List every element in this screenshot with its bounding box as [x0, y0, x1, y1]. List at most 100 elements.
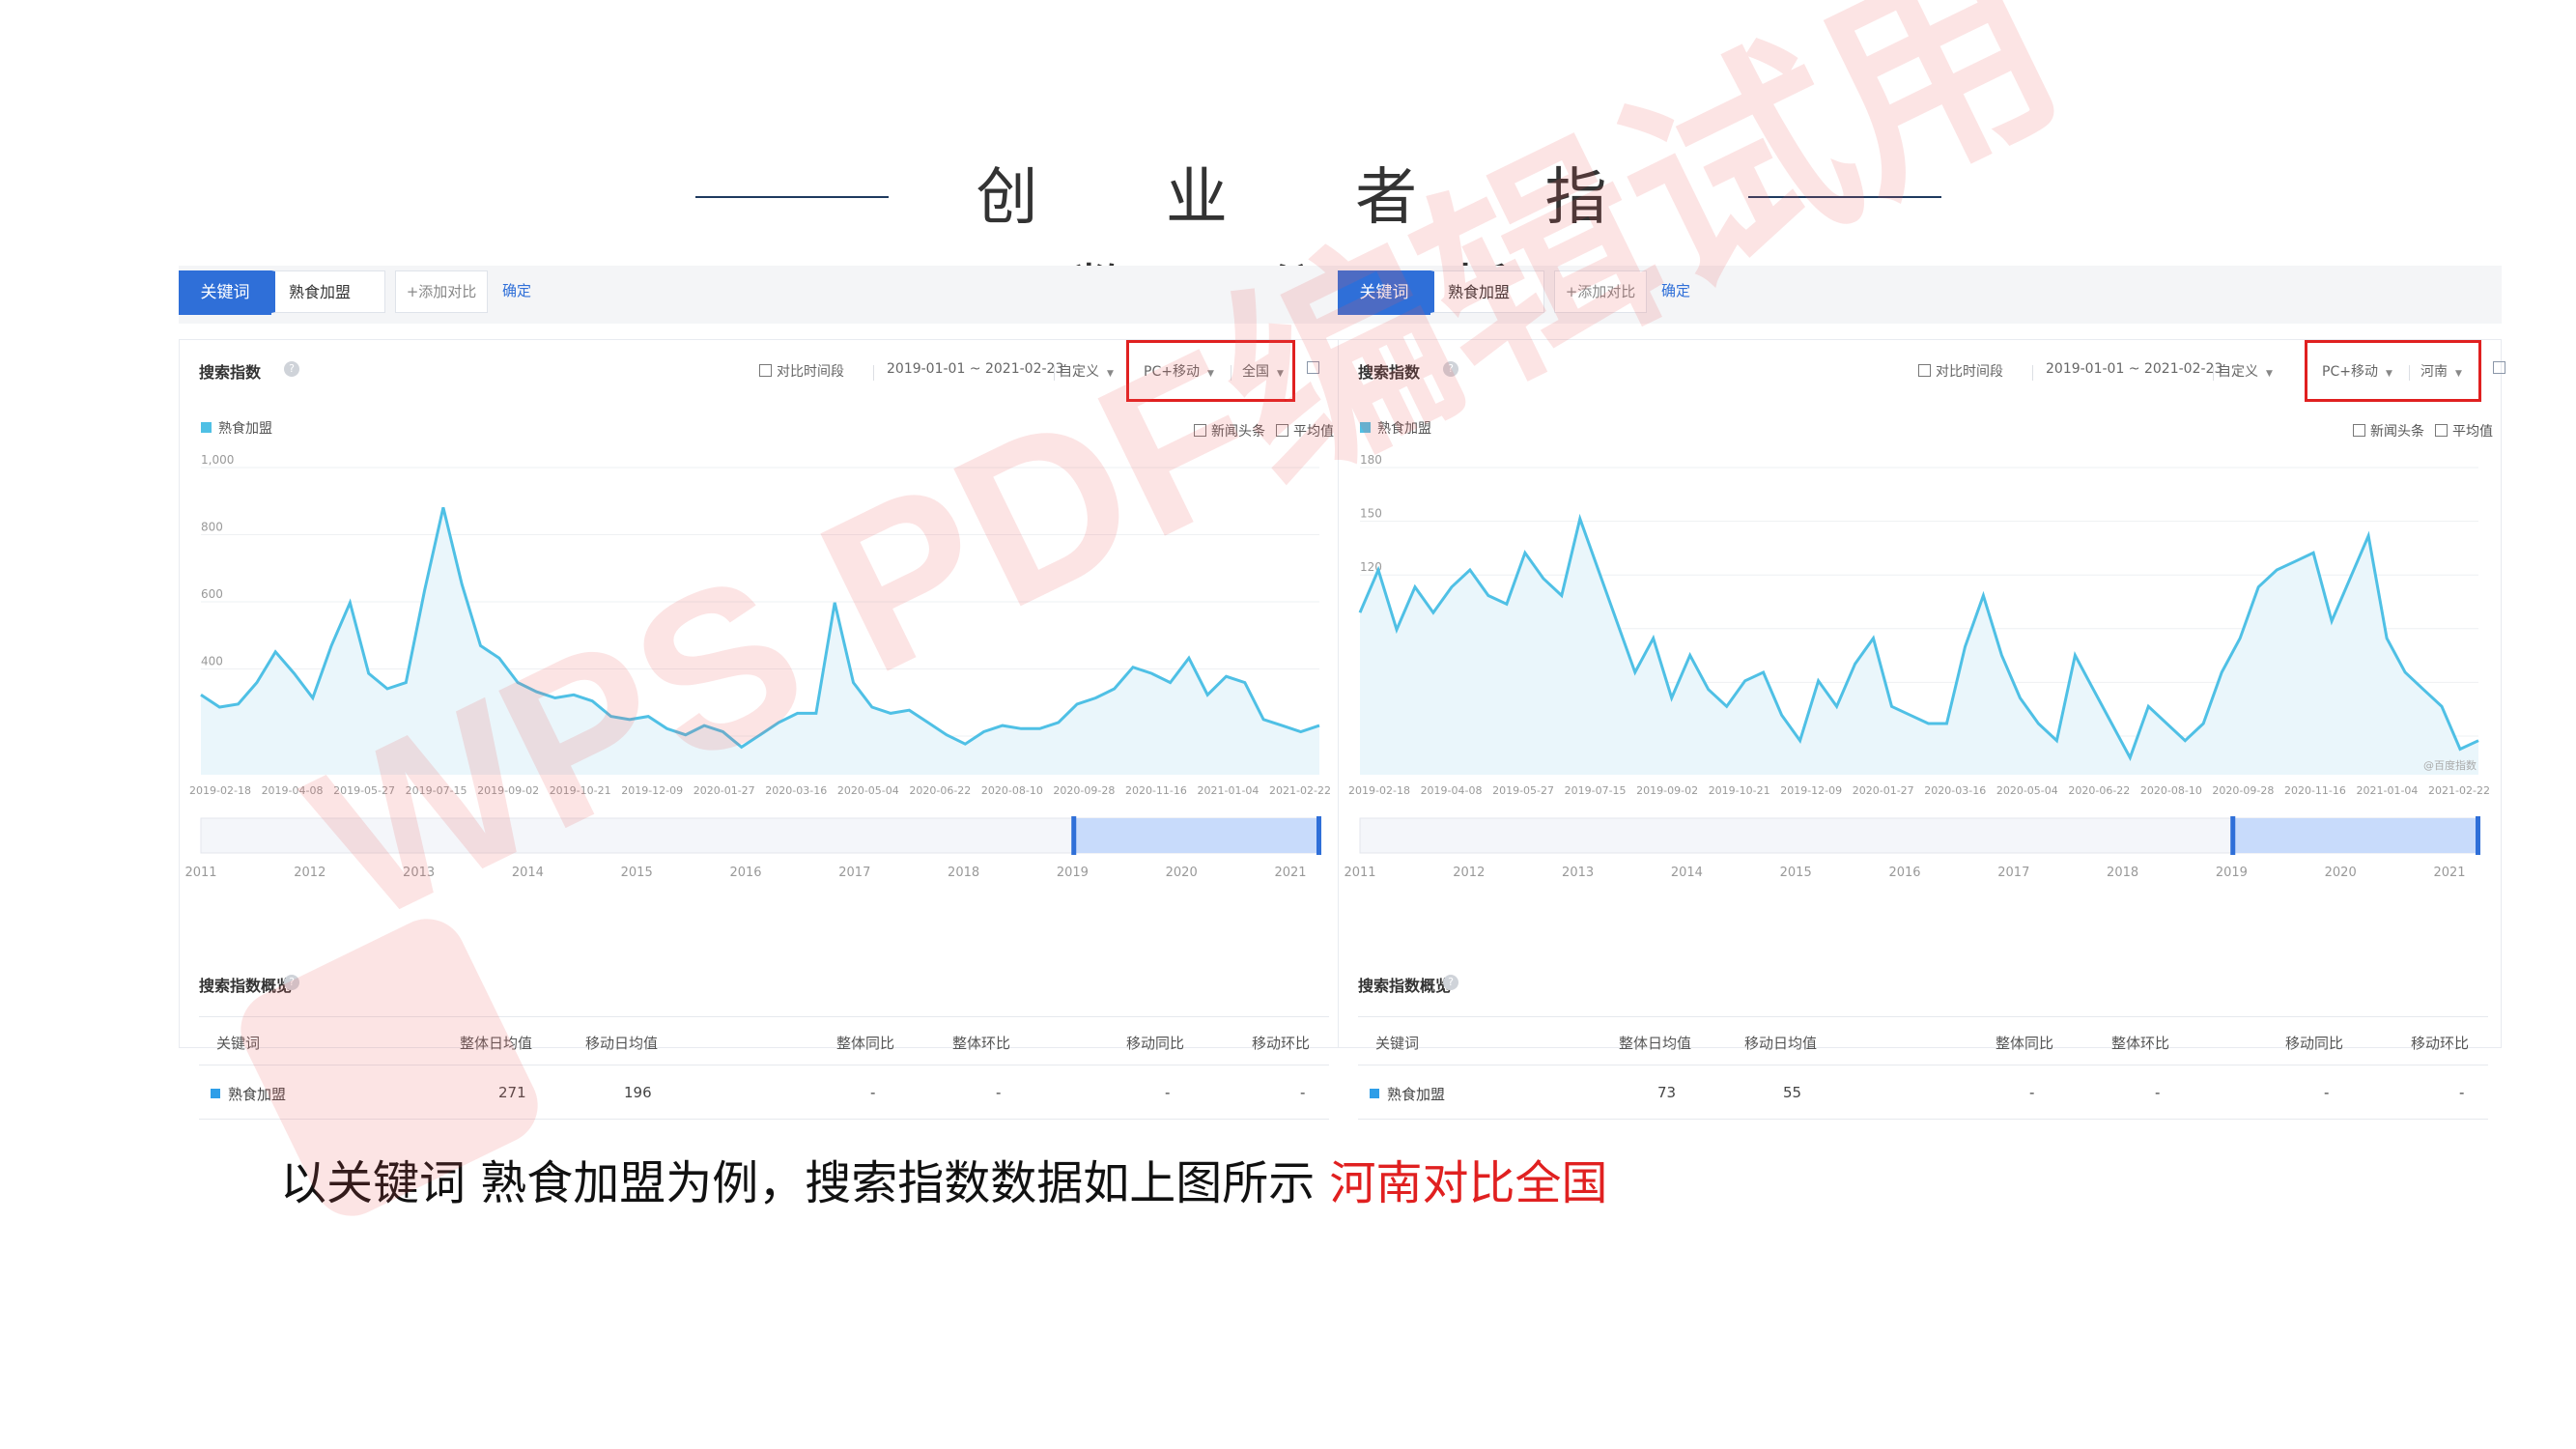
year-tick-label: 2016	[1888, 866, 1920, 880]
year-tick-label: 2021	[2433, 866, 2465, 880]
y-tick-label: 600	[201, 587, 223, 601]
year-tick-label: 2018	[948, 866, 979, 880]
table-cell: -	[2155, 1084, 2161, 1101]
year-tick-label: 2021	[1274, 866, 1306, 880]
year-tick-label: 2015	[621, 866, 653, 880]
x-tick-label: 2019-02-18	[1348, 784, 1410, 797]
x-tick-label: 2019-07-15	[406, 784, 467, 797]
table-cell-keyword: 熟食加盟	[1387, 1086, 1446, 1103]
y-tick-label: 1,000	[201, 453, 234, 467]
overview-title: 搜索指数概览	[1358, 977, 1452, 995]
x-tick-label: 2019-12-09	[621, 784, 683, 797]
year-tick-label: 2012	[294, 866, 326, 880]
range-handle-right[interactable]	[2476, 816, 2480, 855]
title-rule-right	[1748, 196, 1941, 198]
range-handle-left[interactable]	[2230, 816, 2236, 855]
caption-highlight: 河南对比全国	[1329, 1156, 1608, 1210]
range-handle-left[interactable]	[1071, 816, 1077, 855]
year-tick-label: 2019	[2216, 866, 2248, 880]
table-header: 整体同比	[836, 1035, 895, 1052]
x-tick-label: 2020-03-16	[1924, 784, 1986, 797]
help-icon[interactable]: ?	[284, 975, 299, 990]
x-tick-label: 2020-06-22	[2068, 784, 2130, 797]
x-tick-label: 2019-04-08	[262, 784, 324, 797]
table-cell: -	[2324, 1084, 2330, 1101]
table-header: 移动同比	[1126, 1035, 1185, 1052]
confirm-link[interactable]: 确定	[502, 280, 531, 300]
x-tick-label: 2019-09-02	[477, 784, 539, 797]
x-tick-label: 2020-08-10	[981, 784, 1043, 797]
table-cell: -	[870, 1084, 876, 1101]
y-tick-label: 400	[201, 655, 223, 668]
table-cell: 55	[1783, 1084, 1802, 1101]
x-tick-label: 2021-02-22	[2428, 784, 2490, 797]
range-slider-selection[interactable]	[1073, 818, 1319, 853]
x-tick-label: 2020-05-04	[837, 784, 899, 797]
table-cell: 271	[498, 1084, 526, 1101]
index-panel-2: 关键词 熟食加盟 +添加对比 确定 搜索指数 ? 对比时间段 2019-01-0…	[1338, 266, 2505, 1120]
x-tick-label: 2020-09-28	[1053, 784, 1115, 797]
table-header: 关键词	[1375, 1035, 1420, 1052]
x-tick-label: 2019-09-02	[1636, 784, 1698, 797]
add-compare-button[interactable]: +添加对比	[1554, 270, 1647, 313]
table-rule	[199, 1016, 1329, 1017]
table-header: 整体同比	[1996, 1035, 2054, 1052]
table-cell: 73	[1657, 1084, 1677, 1101]
year-tick-label: 2019	[1057, 866, 1089, 880]
year-tick-label: 2013	[1562, 866, 1594, 880]
table-header: 整体日均值	[460, 1035, 533, 1052]
slide-title-row: 创 业 者 指 数 分 析	[0, 150, 2576, 330]
title-rule-left	[695, 196, 889, 198]
table-rule	[1358, 1016, 2488, 1017]
year-tick-label: 2014	[512, 866, 544, 880]
table-cell: -	[2029, 1084, 2035, 1101]
table-cell: -	[1300, 1084, 1306, 1101]
caption-text: 以关键词 熟食加盟为例，搜索指数数据如上图所示	[280, 1156, 1330, 1210]
table-cell: -	[1165, 1084, 1171, 1101]
index-panel-1: 关键词 熟食加盟 +添加对比 确定 搜索指数 ? 对比时间段 2019-01-0…	[179, 266, 1343, 1120]
x-tick-label: 2020-09-28	[2212, 784, 2274, 797]
year-tick-label: 2018	[2107, 866, 2138, 880]
x-tick-label: 2020-11-16	[1125, 784, 1187, 797]
year-tick-label: 2012	[1453, 866, 1485, 880]
year-tick-label: 2017	[838, 866, 870, 880]
x-tick-label: 2020-03-16	[765, 784, 827, 797]
x-tick-label: 2019-10-21	[1709, 784, 1770, 797]
chart-watermark: @百度指数	[2423, 758, 2477, 772]
x-tick-label: 2019-07-15	[1565, 784, 1627, 797]
table-header: 关键词	[216, 1035, 261, 1052]
x-tick-label: 2020-08-10	[2140, 784, 2202, 797]
search-index-chart: 1,0008006004002002019-02-182019-04-08201…	[184, 453, 1331, 880]
year-tick-label: 2015	[1780, 866, 1812, 880]
x-tick-label: 2020-11-16	[2284, 784, 2346, 797]
confirm-link[interactable]: 确定	[1661, 280, 1690, 300]
table-rule	[1358, 1119, 2488, 1120]
keyword-tab-button[interactable]: 关键词	[179, 270, 271, 315]
search-index-card: 搜索指数 ? 对比时间段 2019-01-01 ~ 2021-02-23 自定义…	[1338, 339, 2505, 1120]
add-compare-button[interactable]: +添加对比	[395, 270, 488, 313]
table-cell: 196	[624, 1084, 652, 1101]
overview-title: 搜索指数概览	[199, 977, 293, 995]
table-cell: -	[996, 1084, 1002, 1101]
table-header: 移动日均值	[585, 1035, 659, 1052]
y-tick-label: 180	[1360, 453, 1382, 467]
table-header: 移动环比	[2411, 1035, 2470, 1052]
keyword-input[interactable]: 熟食加盟	[271, 270, 385, 313]
range-handle-right[interactable]	[1316, 816, 1321, 855]
y-tick-label: 800	[201, 521, 223, 534]
search-index-card: 搜索指数 ? 对比时间段 2019-01-01 ~ 2021-02-23 自定义…	[179, 339, 1343, 1120]
table-rule	[199, 1119, 1329, 1120]
table-header: 移动日均值	[1744, 1035, 1818, 1052]
keyword-swatch	[1370, 1089, 1379, 1098]
x-tick-label: 2020-06-22	[909, 784, 971, 797]
keyword-input[interactable]: 熟食加盟	[1430, 270, 1544, 313]
x-tick-label: 2020-05-04	[1996, 784, 2058, 797]
x-tick-label: 2019-04-08	[1421, 784, 1483, 797]
y-tick-label: 150	[1360, 507, 1382, 521]
keyword-tab-button[interactable]: 关键词	[1338, 270, 1430, 315]
range-slider-selection[interactable]	[2232, 818, 2478, 853]
year-tick-label: 2013	[403, 866, 435, 880]
help-icon[interactable]: ?	[1443, 975, 1458, 990]
keyword-bar: 关键词 熟食加盟 +添加对比 确定	[179, 266, 1343, 324]
slide-caption: 以关键词 熟食加盟为例，搜索指数数据如上图所示 河南对比全国	[280, 1145, 1608, 1212]
